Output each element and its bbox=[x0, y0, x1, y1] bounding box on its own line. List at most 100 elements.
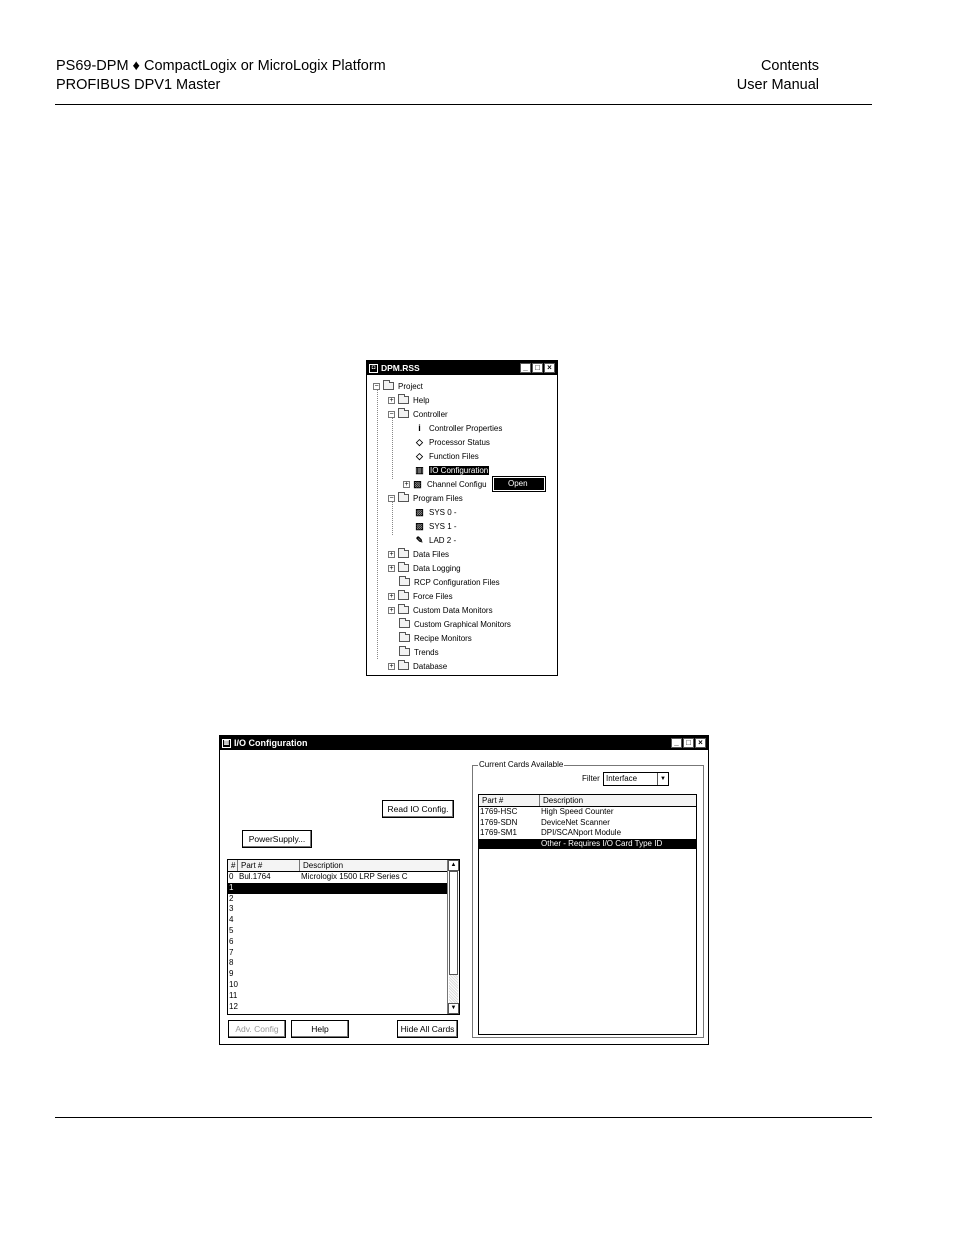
tree-item-lad2[interactable]: ✎ LAD 2 - bbox=[415, 533, 456, 547]
slot-desc-cell bbox=[300, 991, 448, 1002]
table-row[interactable]: 6 bbox=[228, 937, 448, 948]
tree-item-processor-status[interactable]: ◇ Processor Status bbox=[415, 435, 490, 449]
collapse-icon[interactable]: − bbox=[388, 494, 395, 502]
list-item[interactable]: Other - Requires I/O Card Type ID bbox=[479, 838, 696, 850]
minimize-icon[interactable]: _ bbox=[520, 363, 531, 373]
tree-item-function-files[interactable]: ◇ Function Files bbox=[415, 449, 479, 463]
close-icon[interactable]: × bbox=[544, 363, 555, 373]
table-row[interactable]: 3 bbox=[228, 904, 448, 915]
tree-item-rcp-configuration-files[interactable]: RCP Configuration Files bbox=[399, 575, 500, 589]
close-icon[interactable]: × bbox=[695, 738, 706, 748]
tree-item-io-configuration[interactable]: ▥ IO Configuration bbox=[415, 463, 490, 477]
tree-item-program-files[interactable]: − Program Files bbox=[388, 491, 463, 505]
tree-item-custom-data-monitors[interactable]: + Custom Data Monitors bbox=[388, 603, 493, 617]
list-item[interactable]: 1769-HSC High Speed Counter bbox=[479, 807, 696, 818]
io-window-titlebar[interactable]: ▥ I/O Configuration _ □ × bbox=[220, 736, 708, 750]
io-window-title: I/O Configuration bbox=[234, 738, 308, 748]
tree-item-trends[interactable]: Trends bbox=[399, 645, 439, 659]
tree-item-project[interactable]: − Project bbox=[373, 379, 423, 393]
minimize-icon[interactable]: _ bbox=[671, 738, 682, 748]
slot-desc-cell bbox=[300, 926, 448, 937]
expand-icon[interactable]: + bbox=[403, 480, 410, 488]
table-row[interactable]: 11 bbox=[228, 991, 448, 1002]
read-io-config-button[interactable]: Read IO Config. bbox=[382, 800, 454, 818]
slot-desc-cell bbox=[300, 883, 448, 894]
column-header-description[interactable]: Description bbox=[300, 860, 448, 871]
tree-item-sys0[interactable]: ▨ SYS 0 - bbox=[415, 505, 456, 519]
maximize-icon[interactable]: □ bbox=[532, 363, 543, 373]
slot-num-cell: 3 bbox=[229, 904, 234, 914]
table-row[interactable]: 4 bbox=[228, 915, 448, 926]
expand-icon[interactable]: + bbox=[388, 396, 395, 404]
tree-item-custom-graphical-monitors[interactable]: Custom Graphical Monitors bbox=[399, 617, 511, 631]
card-part-cell bbox=[479, 839, 540, 850]
scroll-track[interactable] bbox=[449, 975, 458, 1003]
maximize-icon[interactable]: □ bbox=[683, 738, 694, 748]
slot-part-cell bbox=[238, 1002, 300, 1013]
tree-item-help[interactable]: + Help bbox=[388, 393, 429, 407]
table-row[interactable]: 12 bbox=[228, 1002, 448, 1013]
expand-icon[interactable]: + bbox=[388, 550, 395, 558]
header-product-title: PS69-DPM ♦ CompactLogix or MicroLogix Pl… bbox=[56, 58, 386, 74]
io-configuration-window: ▥ I/O Configuration _ □ × Read IO Config… bbox=[219, 735, 709, 1045]
help-button[interactable]: Help bbox=[291, 1020, 349, 1038]
folder-icon bbox=[399, 646, 410, 656]
table-row[interactable]: 1 bbox=[228, 882, 448, 894]
scroll-thumb[interactable] bbox=[449, 871, 458, 975]
channel-icon: ▧ bbox=[413, 479, 422, 489]
page-header-right: Contents User Manual bbox=[737, 57, 819, 95]
filter-select[interactable]: Interface ▼ bbox=[603, 772, 669, 786]
table-row[interactable]: 7 bbox=[228, 948, 448, 959]
power-supply-button[interactable]: PowerSupply... bbox=[242, 830, 312, 848]
collapse-icon[interactable]: − bbox=[388, 410, 395, 418]
column-header-card-part[interactable]: Part # bbox=[479, 795, 540, 806]
expand-icon[interactable]: + bbox=[388, 662, 395, 670]
column-header-num[interactable]: # bbox=[228, 860, 238, 871]
program-icon: ▨ bbox=[415, 521, 424, 531]
slot-desc-cell bbox=[300, 958, 448, 969]
tree-item-channel-configuration[interactable]: + ▧ Channel Configu bbox=[403, 477, 487, 491]
list-item[interactable]: 1769-SDN DeviceNet Scanner bbox=[479, 818, 696, 829]
card-part-cell: 1769-SDN bbox=[480, 817, 518, 827]
tree-item-recipe-monitors[interactable]: Recipe Monitors bbox=[399, 631, 472, 645]
folder-icon bbox=[398, 408, 409, 418]
chevron-down-icon[interactable]: ▼ bbox=[657, 773, 668, 785]
context-menu-open[interactable]: Open bbox=[494, 478, 544, 490]
table-row[interactable]: 9 bbox=[228, 969, 448, 980]
slot-list-scrollbar[interactable]: ▲ ▼ bbox=[447, 860, 459, 1014]
column-header-part[interactable]: Part # bbox=[238, 860, 300, 871]
tree-item-data-files[interactable]: + Data Files bbox=[388, 547, 449, 561]
filter-label: Filter bbox=[582, 774, 600, 783]
header-section: Contents bbox=[760, 58, 819, 74]
tree-item-controller[interactable]: − Controller bbox=[388, 407, 448, 421]
slot-desc-cell bbox=[300, 980, 448, 991]
tree-item-data-logging[interactable]: + Data Logging bbox=[388, 561, 461, 575]
expand-icon[interactable]: + bbox=[388, 564, 395, 572]
table-row[interactable]: 2 bbox=[228, 894, 448, 905]
table-row[interactable]: 10 bbox=[228, 980, 448, 991]
table-row[interactable]: 8 bbox=[228, 958, 448, 969]
scroll-down-icon[interactable]: ▼ bbox=[448, 1003, 459, 1014]
tree-item-force-files[interactable]: + Force Files bbox=[388, 589, 453, 603]
current-cards-label: Current Cards Available bbox=[478, 760, 565, 770]
adv-config-button[interactable]: Adv. Config bbox=[228, 1020, 286, 1038]
slot-list[interactable]: # Part # Description 0 Bul.1764 Micrologix… bbox=[227, 859, 460, 1015]
collapse-icon[interactable]: − bbox=[373, 382, 380, 390]
expand-icon[interactable]: + bbox=[388, 592, 395, 600]
slot-part-cell bbox=[238, 969, 300, 980]
tree-item-database[interactable]: + Database bbox=[388, 659, 447, 673]
cards-list-header: Part # Description bbox=[479, 795, 696, 807]
hide-all-cards-button[interactable]: Hide All Cards bbox=[397, 1020, 458, 1038]
list-item[interactable]: 1769-SM1 DPI/SCANport Module bbox=[479, 828, 696, 839]
tree-item-sys1[interactable]: ▨ SYS 1 - bbox=[415, 519, 456, 533]
expand-icon[interactable]: + bbox=[388, 606, 395, 614]
cards-list[interactable]: Part # Description 1769-HSC High Speed Co… bbox=[478, 794, 697, 1035]
column-header-card-description[interactable]: Description bbox=[540, 795, 696, 806]
header-product-subtitle: PROFIBUS DPV1 Master bbox=[56, 77, 221, 93]
tree-window-titlebar[interactable]: ◘ DPM.RSS _ □ × bbox=[367, 361, 557, 375]
scroll-up-icon[interactable]: ▲ bbox=[448, 860, 459, 871]
table-row[interactable]: 5 bbox=[228, 926, 448, 937]
folder-icon bbox=[398, 604, 409, 614]
table-row[interactable]: 0 Bul.1764 Micrologix 1500 LRP Series C bbox=[228, 872, 448, 883]
tree-item-controller-properties[interactable]: i Controller Properties bbox=[415, 421, 502, 435]
